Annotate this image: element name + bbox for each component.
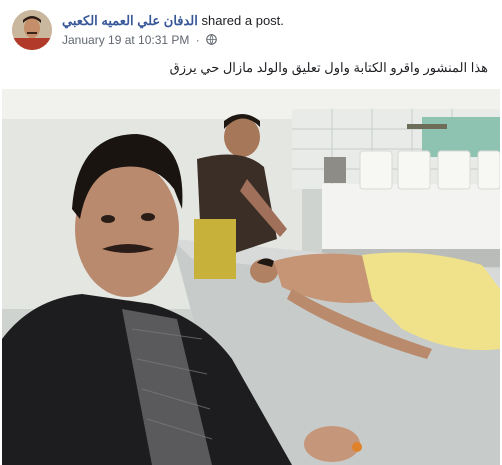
- post-meta: January 19 at 10:31 PM ·: [62, 33, 217, 47]
- post-timestamp[interactable]: January 19 at 10:31 PM: [62, 33, 189, 47]
- avatar-image: [12, 10, 52, 50]
- post-body-text: هذا المنشور واقرو الكتابة واول تعليق وال…: [169, 60, 488, 75]
- author-name[interactable]: الدفان علي العميه الكعبي: [62, 13, 198, 28]
- meta-separator: ·: [195, 33, 200, 47]
- post-header: الدفان علي العميه الكعبي shared a post. …: [12, 10, 492, 54]
- post-card: الدفان علي العميه الكعبي shared a post. …: [0, 0, 502, 465]
- author-line: الدفان علي العميه الكعبي shared a post.: [62, 13, 284, 29]
- globe-icon[interactable]: [206, 34, 217, 45]
- shared-action-text: shared a post.: [201, 13, 284, 28]
- post-photo[interactable]: [2, 89, 500, 465]
- photo-scene: [2, 89, 500, 465]
- author-avatar[interactable]: [12, 10, 52, 50]
